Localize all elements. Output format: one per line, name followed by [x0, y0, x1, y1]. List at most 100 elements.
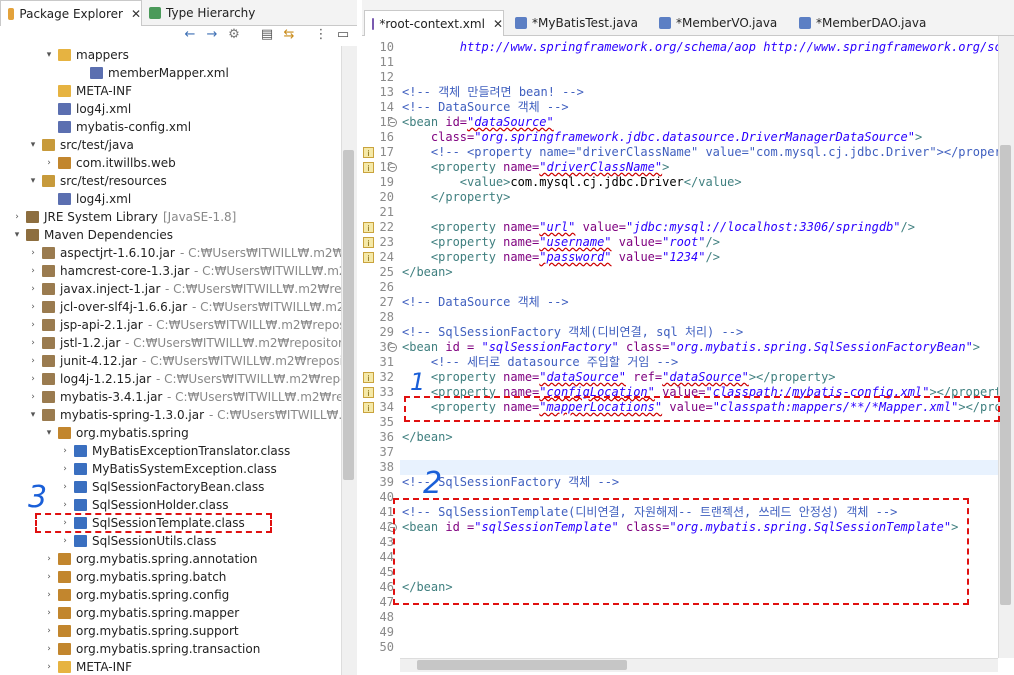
horizontal-scrollbar-thumb[interactable]: [417, 660, 627, 670]
expanded-arrow-icon[interactable]: ▾: [28, 406, 38, 424]
tree-item[interactable]: › SqlSessionHolder.class: [0, 496, 341, 514]
collapsed-arrow-icon[interactable]: ›: [44, 154, 54, 172]
tree-item[interactable]: ▾ org.mybatis.spring: [0, 424, 341, 442]
collapsed-arrow-icon[interactable]: ›: [28, 244, 38, 262]
link-editor-icon[interactable]: ⚙: [227, 28, 241, 42]
fold-toggle-icon[interactable]: −: [388, 163, 397, 172]
code-line[interactable]: <!-- DataSource 객체 -->: [402, 100, 569, 115]
minimize-icon[interactable]: ▭: [336, 28, 350, 42]
code-line[interactable]: <property name="driverClassName">: [402, 160, 669, 175]
tab-type-hierarchy[interactable]: Type Hierarchy: [142, 0, 262, 26]
code-line[interactable]: http://www.springframework.org/schema/ao…: [402, 40, 1014, 55]
tab-package-explorer[interactable]: Package Explorer ✕: [0, 0, 142, 26]
tree-item[interactable]: › org.mybatis.spring.annotation: [0, 550, 341, 568]
tree-item[interactable]: › SqlSessionFactoryBean.class: [0, 478, 341, 496]
tab-root-context[interactable]: *root-context.xml ✕: [364, 10, 504, 36]
tree-item[interactable]: ▾ mappers: [0, 46, 341, 64]
collapsed-arrow-icon[interactable]: ›: [60, 532, 70, 550]
code-line[interactable]: <bean id="dataSource": [402, 115, 554, 130]
tree-item[interactable]: memberMapper.xml: [0, 64, 341, 82]
collapse-all-icon[interactable]: ▤: [260, 28, 274, 42]
code-line[interactable]: <!-- 세터로 datasource 주입할 거임 -->: [402, 355, 678, 370]
code-line[interactable]: <!-- <property name="driverClassName" va…: [402, 145, 1014, 160]
tree-item[interactable]: › org.mybatis.spring.batch: [0, 568, 341, 586]
tab-memberdao[interactable]: *MemberDAO.java: [792, 10, 927, 36]
tree-item[interactable]: ▾ Maven Dependencies: [0, 226, 341, 244]
warning-marker-icon[interactable]: i: [363, 237, 374, 248]
link-with-editor-icon[interactable]: ⇆: [282, 28, 296, 42]
warning-marker-icon[interactable]: i: [363, 387, 374, 398]
collapsed-arrow-icon[interactable]: ›: [44, 640, 54, 658]
code-line[interactable]: class="org.springframework.jdbc.datasour…: [402, 130, 922, 145]
collapsed-arrow-icon[interactable]: ›: [44, 604, 54, 622]
expanded-arrow-icon[interactable]: ▾: [28, 172, 38, 190]
tree-item[interactable]: META-INF: [0, 82, 341, 100]
code-line[interactable]: <property name="url" value="jdbc:mysql:/…: [402, 220, 915, 235]
tree-item[interactable]: › MyBatisSystemException.class: [0, 460, 341, 478]
fold-toggle-icon[interactable]: −: [388, 343, 397, 352]
collapsed-arrow-icon[interactable]: ›: [44, 586, 54, 604]
warning-marker-icon[interactable]: i: [363, 402, 374, 413]
collapsed-arrow-icon[interactable]: ›: [28, 298, 38, 316]
warning-marker-icon[interactable]: i: [363, 252, 374, 263]
tree-item[interactable]: log4j.xml: [0, 190, 341, 208]
expanded-arrow-icon[interactable]: ▾: [12, 226, 22, 244]
collapsed-arrow-icon[interactable]: ›: [60, 478, 70, 496]
code-line[interactable]: <!-- 객체 만들려면 bean! -->: [402, 85, 584, 100]
tree-item[interactable]: › org.mybatis.spring.mapper: [0, 604, 341, 622]
tree-item[interactable]: › org.mybatis.spring.support: [0, 622, 341, 640]
code-line[interactable]: <!-- SqlSessionFactory 객체(디비연결, sql 처리) …: [402, 325, 743, 340]
collapsed-arrow-icon[interactable]: ›: [28, 262, 38, 280]
tree-item[interactable]: log4j.xml: [0, 100, 341, 118]
code-line[interactable]: <property name="username" value="root"/>: [402, 235, 720, 250]
code-line[interactable]: <!-- DataSource 객체 -->: [402, 295, 569, 310]
tree-scrollbar-thumb[interactable]: [343, 150, 354, 480]
warning-marker-icon[interactable]: i: [363, 222, 374, 233]
expanded-arrow-icon[interactable]: ▾: [28, 136, 38, 154]
warning-marker-icon[interactable]: i: [363, 162, 374, 173]
view-menu-icon[interactable]: ⋮: [314, 28, 328, 42]
code-line[interactable]: <property name="password" value="1234"/>: [402, 250, 720, 265]
tab-membervo[interactable]: *MemberVO.java: [652, 10, 782, 36]
tree-item[interactable]: ▾ src/test/resources: [0, 172, 341, 190]
forward-arrow-icon[interactable]: →: [205, 28, 219, 42]
tree-item[interactable]: › jsp-api-2.1.jar - C:₩Users₩ITWILL₩.m2₩re…: [0, 316, 341, 334]
tree-item[interactable]: › jstl-1.2.jar - C:₩Users₩ITWILL₩.m2₩repos…: [0, 334, 341, 352]
code-line[interactable]: </bean>: [402, 430, 453, 445]
collapsed-arrow-icon[interactable]: ›: [60, 460, 70, 478]
collapsed-arrow-icon[interactable]: ›: [28, 352, 38, 370]
code-line[interactable]: </property>: [402, 190, 510, 205]
tree-item[interactable]: › MyBatisExceptionTranslator.class: [0, 442, 341, 460]
tree-item[interactable]: › com.itwillbs.web: [0, 154, 341, 172]
tree-item[interactable]: ▾ mybatis-spring-1.3.0.jar - C:₩Users₩ITWI…: [0, 406, 341, 424]
tree-item[interactable]: › org.mybatis.spring.config: [0, 586, 341, 604]
collapsed-arrow-icon[interactable]: ›: [12, 208, 22, 226]
warning-marker-icon[interactable]: i: [363, 147, 374, 158]
collapsed-arrow-icon[interactable]: ›: [28, 280, 38, 298]
tree-item[interactable]: › junit-4.12.jar - C:₩Users₩ITWILL₩.m2₩rep…: [0, 352, 341, 370]
code-line[interactable]: </bean>: [402, 265, 453, 280]
tab-mybatistest[interactable]: *MyBatisTest.java: [508, 10, 643, 36]
warning-marker-icon[interactable]: i: [363, 372, 374, 383]
tree-item[interactable]: › META-INF: [0, 658, 341, 675]
collapsed-arrow-icon[interactable]: ›: [44, 658, 54, 675]
fold-toggle-icon[interactable]: −: [388, 118, 397, 127]
tree-item[interactable]: › log4j-1.2.15.jar - C:₩Users₩ITWILL₩.m2₩r…: [0, 370, 341, 388]
collapsed-arrow-icon[interactable]: ›: [28, 334, 38, 352]
tree-item[interactable]: › JRE System Library [JavaSE-1.8]: [0, 208, 341, 226]
collapsed-arrow-icon[interactable]: ›: [44, 568, 54, 586]
tree-item[interactable]: mybatis-config.xml: [0, 118, 341, 136]
tree-item[interactable]: › mybatis-3.4.1.jar - C:₩Users₩ITWILL₩.m2₩…: [0, 388, 341, 406]
tree-item[interactable]: › jcl-over-slf4j-1.6.6.jar - C:₩Users₩ITWI…: [0, 298, 341, 316]
collapsed-arrow-icon[interactable]: ›: [60, 442, 70, 460]
expanded-arrow-icon[interactable]: ▾: [44, 424, 54, 442]
collapsed-arrow-icon[interactable]: ›: [44, 622, 54, 640]
collapsed-arrow-icon[interactable]: ›: [60, 496, 70, 514]
collapsed-arrow-icon[interactable]: ›: [28, 316, 38, 334]
collapsed-arrow-icon[interactable]: ›: [44, 550, 54, 568]
close-icon[interactable]: ✕: [493, 17, 503, 31]
tree-item[interactable]: › org.mybatis.spring.transaction: [0, 640, 341, 658]
collapsed-arrow-icon[interactable]: ›: [28, 370, 38, 388]
tree-item[interactable]: › aspectjrt-1.6.10.jar - C:₩Users₩ITWILL₩.…: [0, 244, 341, 262]
tree-item[interactable]: › SqlSessionUtils.class: [0, 532, 341, 550]
